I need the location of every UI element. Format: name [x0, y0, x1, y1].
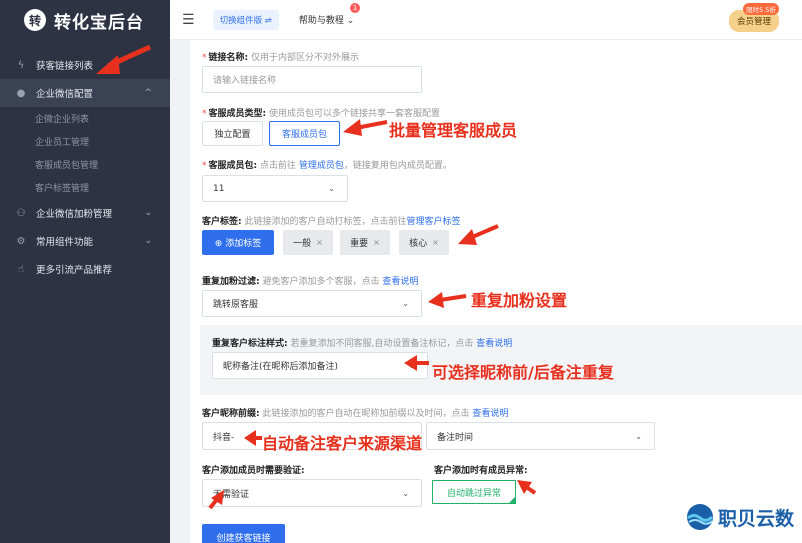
top-header: ☰ 切换组件版 ⇌ 帮助与教程 ⌄ 1 会员管理 限时5.5折	[170, 0, 802, 40]
tags-label: 客户标签: 此链接添加的客户自动打标签，点击前往管理客户标签	[202, 217, 461, 227]
logo-text: 转化宝后台	[54, 12, 144, 33]
sidebar-item-wecom-config[interactable]: ● 企业微信配置 ^	[0, 79, 170, 107]
dup-style-label: 重复客户标注样式: 若重复添加不同客服,自动设置备注标记，点击 查看说明	[212, 339, 513, 349]
sidebar-item-components[interactable]: ⚙ 常用组件功能 ⌄	[0, 227, 170, 255]
sidebar-item-link-list[interactable]: ϟ 获客链接列表	[0, 51, 170, 79]
close-icon[interactable]: ×	[432, 238, 439, 247]
chevron-down-icon: ⌄	[635, 431, 642, 441]
sidebar-item-label: 获客链接列表	[36, 61, 94, 72]
annotation-dup: 重复加粉设置	[471, 291, 568, 310]
member-button[interactable]: 会员管理 限时5.5折	[728, 3, 779, 32]
watermark: 职贝云数	[686, 503, 794, 531]
annotation-nick: 可选择昵称前/后备注重复	[432, 363, 614, 382]
chevron-up-icon: ^	[144, 88, 152, 98]
member-label: 会员管理	[736, 17, 771, 27]
link-name-label: * 链接名称: 仅用于内部区分不对外展示	[202, 53, 359, 63]
chevron-down-icon: ⌄	[144, 236, 152, 246]
tag-chip[interactable]: 一般 ×	[283, 230, 333, 255]
annotation-batch: 批量管理客服成员	[389, 121, 518, 140]
type-independent-button[interactable]: 独立配置	[202, 121, 263, 146]
dup-style-select[interactable]: 昵称备注(在昵称后添加备注) ⌄	[212, 352, 428, 379]
close-icon[interactable]: ×	[316, 238, 323, 247]
add-tag-button[interactable]: ⊕ 添加标签	[202, 230, 274, 255]
annotation-source: 自动备注客户来源渠道	[262, 434, 423, 453]
discount-tag: 限时5.5折	[743, 3, 779, 15]
help-badge: 1	[349, 3, 361, 13]
tag-chip[interactable]: 核心 ×	[399, 230, 449, 255]
dup-filter-label: 重复加粉过滤: 避免客户添加多个客服，点击 查看说明	[202, 277, 419, 287]
member-pkg-select[interactable]: 11 ⌄	[202, 175, 348, 202]
switch-version-button[interactable]: 切换组件版 ⇌	[212, 9, 279, 30]
sidebar-item-fans[interactable]: ⚇ 企业微信加粉管理 ⌄	[0, 199, 170, 227]
help-menu[interactable]: 帮助与教程 ⌄ 1	[298, 3, 361, 26]
type-package-button[interactable]: 客服成员包	[269, 121, 340, 146]
menu-icon[interactable]: ☰	[182, 12, 195, 28]
check-corner-icon	[509, 497, 515, 503]
verify-label: 客户添加成员时需要验证:	[202, 466, 305, 476]
link-name-input[interactable]: 请输入链接名称	[202, 66, 422, 93]
member-pkg-label: * 客服成员包: 点击前往 管理成员包，链接复用包内成员配置。	[202, 161, 452, 171]
abnormal-skip-button[interactable]: 自动跳过异常	[432, 480, 516, 504]
tag-chip[interactable]: 重要 ×	[340, 230, 390, 255]
chevron-down-icon: ⌄	[144, 208, 152, 218]
chevron-down-icon: ⌄	[408, 361, 415, 370]
sidebar: 转 转化宝后台 ϟ 获客链接列表 ● 企业微信配置 ^ 企微企业列表 企业员工管…	[0, 0, 170, 543]
chat-icon: ●	[16, 87, 26, 99]
sidebar-item-recommend[interactable]: ☝ 更多引流产品推荐	[0, 255, 170, 283]
nick-prefix-label: 客户昵称前缀: 此链接添加的客户自动在昵称加前缀以及时间，点击 查看说明	[202, 409, 509, 419]
chevron-down-icon: ⌄	[402, 299, 409, 308]
chevron-down-icon: ⌄	[402, 488, 409, 498]
gear-icon: ⚙	[16, 235, 26, 247]
sidebar-subitem-staff[interactable]: 企业员工管理	[0, 130, 170, 153]
dup-filter-select[interactable]: 跳转原客服 ⌄	[202, 290, 422, 317]
sidebar-subitem-tags[interactable]: 客户标签管理	[0, 176, 170, 199]
abnormal-label: 客户添加时有成员异常:	[434, 466, 528, 476]
thumbs-up-icon: ☝	[17, 263, 25, 275]
watermark-text: 职贝云数	[717, 507, 794, 530]
sidebar-item-label: 企业微信加粉管理	[36, 209, 113, 220]
verify-select[interactable]: 无需验证 ⌄	[202, 479, 422, 507]
globe-logo-icon	[686, 504, 714, 530]
chevron-down-icon: ⌄	[328, 184, 335, 193]
sidebar-subitem-member-pkg[interactable]: 客服成员包管理	[0, 153, 170, 176]
logo-badge: 转	[24, 9, 46, 31]
logo[interactable]: 转 转化宝后台	[0, 0, 170, 40]
sidebar-subitem-corp-list[interactable]: 企微企业列表	[0, 107, 170, 130]
sidebar-item-label: 常用组件功能	[36, 237, 94, 248]
users-icon: ⚇	[16, 207, 26, 219]
sidebar-item-label: 更多引流产品推荐	[36, 265, 113, 276]
lightning-icon: ϟ	[17, 59, 25, 71]
sidebar-item-label: 企业微信配置	[36, 89, 94, 100]
help-label: 帮助与教程	[298, 16, 344, 26]
create-link-button[interactable]: 创建获客链接	[202, 524, 285, 543]
nick-time-select[interactable]: 备注时间 ⌄	[426, 422, 655, 450]
close-icon[interactable]: ×	[373, 238, 380, 247]
